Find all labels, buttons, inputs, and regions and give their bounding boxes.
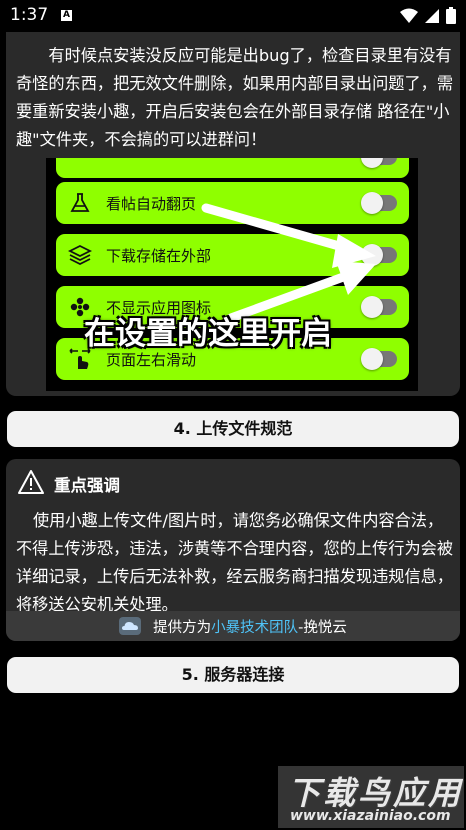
footer-suffix: -挽悦云: [298, 619, 347, 636]
watermark-logo: 下载鸟应用 www.xiazainiao.com: [278, 766, 464, 828]
footer-prefix: 提供方为: [153, 619, 212, 636]
storage-tip-card: 有时候点安装没反应可能是出bug了，检查目录里有没有奇怪的东西，把无效文件删除，…: [6, 32, 460, 396]
screenshot-caption: 在设置的这里开启: [84, 316, 332, 352]
signal-icon: [425, 8, 439, 23]
status-icons: [400, 7, 456, 24]
arrow-icon: [201, 203, 376, 268]
warning-icon: [18, 470, 44, 494]
watermark-url: www.xiazainiao.com: [290, 808, 451, 824]
pointer-arrows: [201, 203, 376, 323]
provider-footer: 提供方为 小暴技术团队 -挽悦云: [6, 611, 460, 641]
status-time: 1:37: [10, 5, 49, 25]
notice-card: 重点强调 使用小趣上传文件/图片时，请您务必确保文件内容合法，不得上传涉恐，违法…: [6, 459, 460, 641]
server-connect-button[interactable]: 5. 服务器连接: [7, 657, 459, 693]
notification-a-icon: A: [61, 10, 72, 21]
notice-body: 使用小趣上传文件/图片时，请您务必确保文件内容合法，不得上传涉恐，违法，涉黄等不…: [16, 511, 454, 614]
battery-icon: [446, 7, 456, 24]
provider-link[interactable]: 小暴技术团队: [211, 616, 298, 637]
cloud-logo-icon: [119, 617, 142, 635]
upload-rules-button[interactable]: 4. 上传文件规范: [7, 411, 459, 447]
status-bar: 1:37 A: [0, 0, 466, 32]
settings-screenshot: 看帖自动翻页 下载存储在外部 不显示应用图标 页面左右滑动 在设置的这里开启: [46, 158, 418, 391]
storage-tip-text: 有时候点安装没反应可能是出bug了，检查目录里有没有奇怪的东西，把无效文件删除，…: [16, 46, 454, 149]
notice-title: 重点强调: [54, 476, 120, 495]
wifi-icon: [400, 8, 418, 23]
